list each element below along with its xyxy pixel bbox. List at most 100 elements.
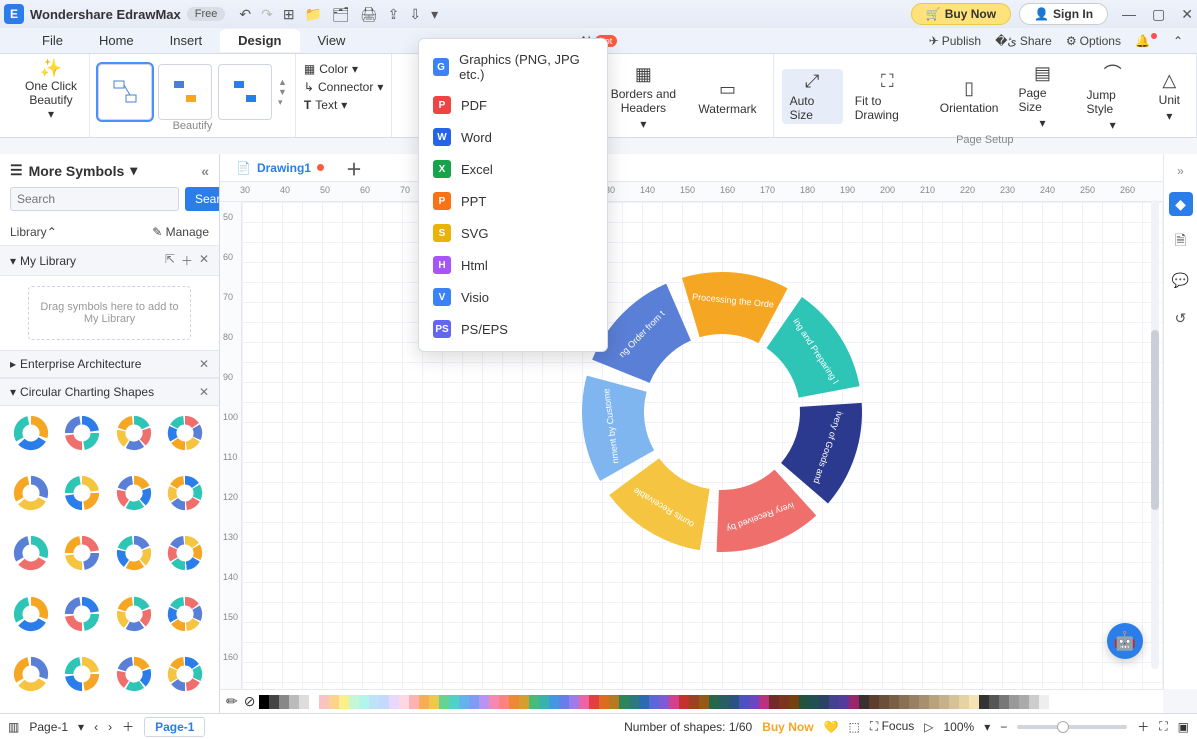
export-ps-eps[interactable]: PSPS/EPS <box>419 313 607 345</box>
open-icon[interactable]: 📁 <box>305 6 322 23</box>
add-tab-button[interactable]: ＋ <box>340 156 368 180</box>
vertical-scrollbar[interactable] <box>1151 200 1159 669</box>
enterprise-arch-section[interactable]: ▸ Enterprise Architecture✕ <box>0 350 219 378</box>
minimize-icon[interactable]: — <box>1122 6 1136 23</box>
page-panel-icon[interactable]: 🗎 <box>1169 230 1193 254</box>
layers-icon[interactable]: ⬚ <box>848 720 859 734</box>
color-swatch[interactable] <box>299 695 309 709</box>
color-swatch[interactable] <box>729 695 739 709</box>
auto-size-button[interactable]: ⤢Auto Size <box>782 69 843 124</box>
buy-now-button[interactable]: 🛒 Buy Now <box>911 3 1011 25</box>
export-graphics[interactable]: GGraphics (PNG, JPG etc.) <box>419 45 607 89</box>
one-click-beautify-button[interactable]: ✨ One Click Beautify▾ <box>8 58 94 121</box>
history-panel-icon[interactable]: ↺ <box>1169 306 1193 330</box>
borders-headers-button[interactable]: ▦Borders and Headers▾ <box>600 62 686 133</box>
save-icon[interactable]: 🗂 <box>332 6 350 23</box>
theme-card-3[interactable] <box>218 64 272 120</box>
shape-thumb[interactable] <box>113 593 155 635</box>
export-visio[interactable]: VVisio <box>419 281 607 313</box>
import-icon[interactable]: ⇩ <box>409 6 421 23</box>
zoom-value[interactable]: 100% <box>943 720 974 734</box>
color-swatch[interactable] <box>439 695 449 709</box>
color-swatch[interactable] <box>259 695 269 709</box>
shape-thumb[interactable] <box>164 532 206 574</box>
color-swatch[interactable] <box>449 695 459 709</box>
color-swatch[interactable] <box>779 695 789 709</box>
collapse-ribbon-icon[interactable]: ⌃ <box>1173 34 1183 48</box>
shape-thumb[interactable] <box>164 412 206 454</box>
publish-button[interactable]: ✈ Publish <box>929 34 981 48</box>
qat-more-icon[interactable]: ▾ <box>431 6 438 23</box>
color-swatch[interactable] <box>899 695 909 709</box>
close-lib-icon[interactable]: ✕ <box>199 252 209 269</box>
layout-view-icon[interactable]: ▥ <box>8 720 19 734</box>
options-button[interactable]: ⚙ Options <box>1066 34 1121 48</box>
color-swatch[interactable] <box>799 695 809 709</box>
color-swatch[interactable] <box>749 695 759 709</box>
export-word[interactable]: WWord <box>419 121 607 153</box>
export-ppt[interactable]: PPPT <box>419 185 607 217</box>
color-swatch[interactable] <box>359 695 369 709</box>
color-picker-icon[interactable]: ✏ <box>226 693 238 710</box>
redo-icon[interactable]: ↷ <box>261 6 273 23</box>
color-swatch[interactable] <box>569 695 579 709</box>
sign-in-button[interactable]: 👤 Sign In <box>1019 3 1108 25</box>
color-swatch[interactable] <box>429 695 439 709</box>
color-swatch[interactable] <box>489 695 499 709</box>
color-swatch[interactable] <box>869 695 879 709</box>
presentation-icon[interactable]: ▷ <box>924 720 933 734</box>
document-tab[interactable]: 📄 Drawing1 <box>228 158 332 178</box>
color-swatch[interactable] <box>949 695 959 709</box>
color-swatch[interactable] <box>959 695 969 709</box>
color-swatch[interactable] <box>939 695 949 709</box>
color-swatch[interactable] <box>379 695 389 709</box>
color-swatch[interactable] <box>389 695 399 709</box>
watermark-button[interactable]: ▭Watermark <box>690 77 764 118</box>
drawing-page[interactable]: Processing the Ordeing and Preparing Iiv… <box>242 202 1163 689</box>
close-section-icon[interactable]: ✕ <box>199 357 209 371</box>
unit-button[interactable]: △Unit▾ <box>1151 68 1188 125</box>
prev-page-icon[interactable]: ‹ <box>94 720 98 734</box>
page-tab[interactable]: Page-1 <box>144 717 205 737</box>
next-page-icon[interactable]: › <box>108 720 112 734</box>
color-swatch[interactable] <box>1029 695 1039 709</box>
maximize-icon[interactable]: ▢ <box>1152 6 1165 23</box>
import-lib-icon[interactable]: ⇱ <box>165 252 175 269</box>
color-swatch[interactable] <box>839 695 849 709</box>
color-swatch[interactable] <box>399 695 409 709</box>
tab-view[interactable]: View <box>300 29 364 52</box>
shape-thumb[interactable] <box>164 653 206 695</box>
share-button[interactable]: �ئ Share <box>995 34 1052 48</box>
color-swatch[interactable] <box>309 695 319 709</box>
color-swatch[interactable] <box>1039 695 1049 709</box>
color-swatch[interactable] <box>859 695 869 709</box>
color-swatch[interactable] <box>349 695 359 709</box>
shape-thumb[interactable] <box>10 653 52 695</box>
circular-charting-section[interactable]: ▾ Circular Charting Shapes✕ <box>0 378 219 406</box>
color-swatch[interactable] <box>1019 695 1029 709</box>
shape-thumb[interactable] <box>113 653 155 695</box>
orientation-button[interactable]: ▯Orientation <box>932 76 1007 117</box>
color-swatch[interactable] <box>759 695 769 709</box>
collapse-panel-icon[interactable]: « <box>201 163 209 179</box>
color-swatch[interactable] <box>889 695 899 709</box>
add-lib-icon[interactable]: ＋ <box>181 252 193 269</box>
color-swatch[interactable] <box>529 695 539 709</box>
color-swatch[interactable] <box>1009 695 1019 709</box>
color-swatch[interactable] <box>909 695 919 709</box>
export-excel[interactable]: XExcel <box>419 153 607 185</box>
tab-insert[interactable]: Insert <box>152 29 221 52</box>
no-fill-icon[interactable]: ⊘ <box>244 693 256 710</box>
zoom-in-icon[interactable]: ＋ <box>1137 718 1149 735</box>
format-panel-icon[interactable]: ◆ <box>1169 192 1193 216</box>
shape-thumb[interactable] <box>164 593 206 635</box>
shape-thumb[interactable] <box>10 412 52 454</box>
manage-button[interactable]: ✎ Manage <box>152 225 209 239</box>
print-icon[interactable]: 🖨 <box>360 6 378 23</box>
fullscreen-icon[interactable]: ▣ <box>1178 720 1189 734</box>
color-swatch[interactable] <box>599 695 609 709</box>
color-swatch[interactable] <box>539 695 549 709</box>
color-swatch[interactable] <box>709 695 719 709</box>
jump-style-button[interactable]: ⌒Jump Style▾ <box>1079 58 1147 134</box>
color-swatch[interactable] <box>969 695 979 709</box>
